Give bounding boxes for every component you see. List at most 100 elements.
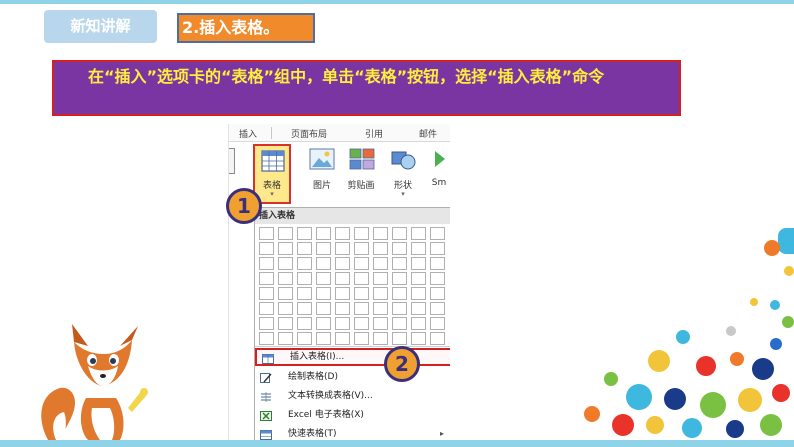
grid-cell[interactable] xyxy=(316,242,331,255)
grid-cell[interactable] xyxy=(335,272,350,285)
grid-cell[interactable] xyxy=(259,272,274,285)
grid-cell[interactable] xyxy=(392,287,407,300)
grid-cell[interactable] xyxy=(430,317,445,330)
grid-cell[interactable] xyxy=(411,302,426,315)
grid-cell[interactable] xyxy=(373,242,388,255)
grid-cell[interactable] xyxy=(373,332,388,345)
grid-cell[interactable] xyxy=(354,227,369,240)
grid-cell[interactable] xyxy=(430,227,445,240)
grid-cell[interactable] xyxy=(430,302,445,315)
grid-cell[interactable] xyxy=(354,317,369,330)
grid-cell[interactable] xyxy=(259,332,274,345)
grid-cell[interactable] xyxy=(392,227,407,240)
section-title: 2.插入表格。 xyxy=(177,13,315,43)
grid-cell[interactable] xyxy=(259,317,274,330)
grid-cell[interactable] xyxy=(278,302,293,315)
grid-cell[interactable] xyxy=(259,257,274,270)
grid-cell[interactable] xyxy=(392,302,407,315)
instruction-box: 在“插入”选项卡的“表格”组中，单击“表格”按钮，选择“插入表格”命令 xyxy=(52,60,681,116)
grid-cell[interactable] xyxy=(373,287,388,300)
grid-cell[interactable] xyxy=(316,332,331,345)
grid-cell[interactable] xyxy=(297,242,312,255)
tab-mailings[interactable]: 邮件 xyxy=(419,127,437,140)
grid-cell[interactable] xyxy=(354,242,369,255)
grid-cell[interactable] xyxy=(411,287,426,300)
grid-cell[interactable] xyxy=(259,242,274,255)
grid-cell[interactable] xyxy=(278,287,293,300)
grid-cell[interactable] xyxy=(373,257,388,270)
grid-cell[interactable] xyxy=(278,272,293,285)
grid-cell[interactable] xyxy=(354,257,369,270)
grid-cell[interactable] xyxy=(335,287,350,300)
grid-cell[interactable] xyxy=(278,332,293,345)
grid-cell[interactable] xyxy=(297,317,312,330)
grid-cell[interactable] xyxy=(430,287,445,300)
shapes-button[interactable]: 形状 ▾ xyxy=(387,146,419,202)
draw-table-menu-item[interactable]: 绘制表格(D) xyxy=(255,368,450,386)
grid-cell[interactable] xyxy=(278,257,293,270)
grid-cell[interactable] xyxy=(316,272,331,285)
grid-cell[interactable] xyxy=(335,302,350,315)
excel-spreadsheet-menu-item[interactable]: Excel 电子表格(X) xyxy=(255,406,450,424)
tab-references[interactable]: 引用 xyxy=(365,127,383,140)
decor-dot xyxy=(676,330,690,344)
grid-cell[interactable] xyxy=(411,272,426,285)
grid-cell[interactable] xyxy=(373,317,388,330)
grid-cell[interactable] xyxy=(316,317,331,330)
grid-cell[interactable] xyxy=(278,317,293,330)
grid-cell[interactable] xyxy=(316,227,331,240)
grid-cell[interactable] xyxy=(297,332,312,345)
grid-cell[interactable] xyxy=(297,257,312,270)
tab-page-layout[interactable]: 页面布局 xyxy=(291,127,327,140)
grid-cell[interactable] xyxy=(297,272,312,285)
grid-cell[interactable] xyxy=(373,302,388,315)
grid-cell[interactable] xyxy=(335,332,350,345)
grid-cell[interactable] xyxy=(335,242,350,255)
grid-cell[interactable] xyxy=(411,227,426,240)
grid-cell[interactable] xyxy=(297,227,312,240)
grid-cell[interactable] xyxy=(316,302,331,315)
grid-cell[interactable] xyxy=(316,257,331,270)
grid-cell[interactable] xyxy=(354,302,369,315)
grid-cell[interactable] xyxy=(392,242,407,255)
grid-cell[interactable] xyxy=(430,242,445,255)
grid-cell[interactable] xyxy=(411,242,426,255)
decor-dot xyxy=(726,420,744,438)
grid-cell[interactable] xyxy=(259,287,274,300)
picture-button[interactable]: 图片 xyxy=(307,146,337,202)
draw-table-label: 绘制表格(D) xyxy=(288,372,338,382)
picture-button-label: 图片 xyxy=(312,181,331,191)
grid-cell[interactable] xyxy=(278,227,293,240)
grid-cell[interactable] xyxy=(354,272,369,285)
clipart-button[interactable]: 剪贴画 xyxy=(343,146,379,202)
grid-cell[interactable] xyxy=(411,257,426,270)
grid-cell[interactable] xyxy=(392,257,407,270)
grid-cell[interactable] xyxy=(259,302,274,315)
grid-cell[interactable] xyxy=(430,272,445,285)
insert-table-menu-item[interactable]: 插入表格(I)... xyxy=(255,348,450,366)
table-size-grid[interactable] xyxy=(259,227,450,345)
grid-cell[interactable] xyxy=(354,287,369,300)
grid-cell[interactable] xyxy=(373,227,388,240)
grid-cell[interactable] xyxy=(392,332,407,345)
grid-cell[interactable] xyxy=(392,317,407,330)
grid-cell[interactable] xyxy=(430,332,445,345)
grid-cell[interactable] xyxy=(354,332,369,345)
grid-cell[interactable] xyxy=(297,287,312,300)
convert-text-menu-item[interactable]: 文本转换成表格(V)... xyxy=(255,387,450,405)
grid-cell[interactable] xyxy=(430,257,445,270)
grid-cell[interactable] xyxy=(335,257,350,270)
grid-cell[interactable] xyxy=(335,227,350,240)
smartart-button[interactable]: Sm xyxy=(427,146,450,202)
tab-insert[interactable]: 插入 xyxy=(239,127,257,140)
grid-cell[interactable] xyxy=(316,287,331,300)
grid-cell[interactable] xyxy=(278,242,293,255)
grid-cell[interactable] xyxy=(373,272,388,285)
grid-cell[interactable] xyxy=(335,317,350,330)
grid-cell[interactable] xyxy=(392,272,407,285)
grid-cell[interactable] xyxy=(259,227,274,240)
decor-dot xyxy=(682,418,702,438)
grid-cell[interactable] xyxy=(297,302,312,315)
grid-cell[interactable] xyxy=(411,317,426,330)
grid-cell[interactable] xyxy=(411,332,426,345)
